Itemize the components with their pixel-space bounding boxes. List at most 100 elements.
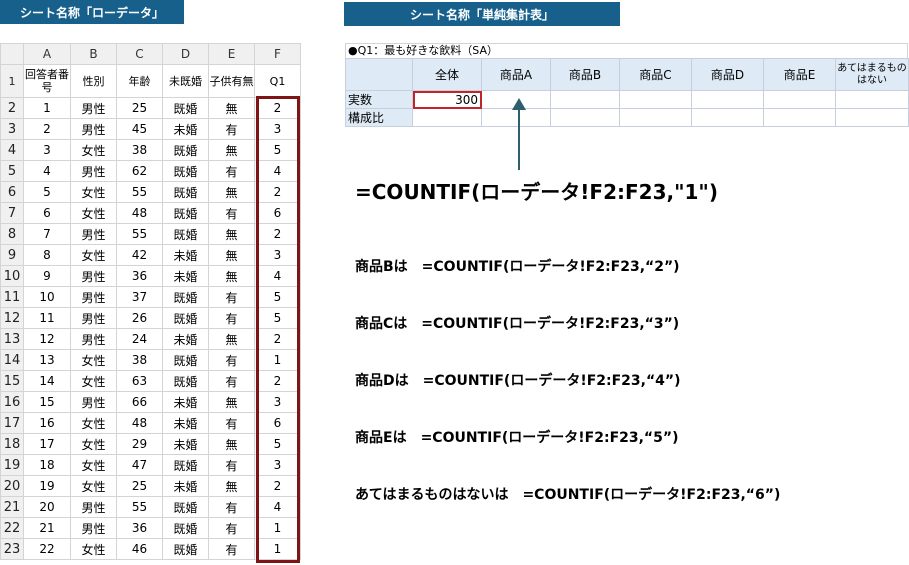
row-number[interactable]: 6 [0, 181, 24, 203]
data-cell[interactable]: 10 [23, 286, 71, 308]
data-cell[interactable]: 21 [23, 517, 71, 539]
data-cell[interactable]: 無 [208, 265, 255, 287]
q1-cell[interactable]: 2 [254, 181, 301, 203]
data-cell[interactable]: 有 [208, 118, 255, 140]
q1-cell[interactable]: 1 [254, 349, 301, 371]
data-cell[interactable]: 29 [116, 433, 163, 455]
summary-cell[interactable] [691, 108, 764, 127]
data-cell[interactable]: 無 [208, 433, 255, 455]
row-number[interactable]: 16 [0, 391, 24, 413]
row-number[interactable]: 10 [0, 265, 24, 287]
q1-cell[interactable]: 6 [254, 202, 301, 224]
summary-cell[interactable] [481, 108, 551, 127]
data-cell[interactable]: 有 [208, 202, 255, 224]
row-number[interactable]: 21 [0, 496, 24, 518]
q1-cell[interactable]: 2 [254, 328, 301, 350]
data-cell[interactable]: 男性 [70, 496, 117, 518]
data-cell[interactable]: 無 [208, 181, 255, 203]
data-cell[interactable]: 男性 [70, 160, 117, 182]
data-cell[interactable]: 女性 [70, 244, 117, 266]
data-cell[interactable]: 1 [23, 97, 71, 119]
data-cell[interactable]: 25 [116, 475, 163, 497]
data-cell[interactable]: 15 [23, 391, 71, 413]
summary-cell[interactable] [691, 90, 764, 109]
summary-header-product-c[interactable]: 商品C [619, 58, 692, 91]
header-cell-q1[interactable]: Q1 [254, 64, 301, 98]
data-cell[interactable]: 有 [208, 412, 255, 434]
data-cell[interactable]: 女性 [70, 202, 117, 224]
q1-cell[interactable]: 2 [254, 475, 301, 497]
summary-header-total[interactable]: 全体 [412, 58, 482, 91]
data-cell[interactable]: 有 [208, 517, 255, 539]
summary-header-product-b[interactable]: 商品B [550, 58, 620, 91]
data-cell[interactable]: 7 [23, 223, 71, 245]
q1-cell[interactable]: 3 [254, 454, 301, 476]
row-number[interactable]: 9 [0, 244, 24, 266]
data-cell[interactable]: 14 [23, 370, 71, 392]
q1-cell[interactable]: 1 [254, 538, 301, 560]
data-cell[interactable]: 無 [208, 97, 255, 119]
data-cell[interactable]: 既婚 [162, 370, 209, 392]
data-cell[interactable]: 未婚 [162, 118, 209, 140]
data-cell[interactable]: 36 [116, 265, 163, 287]
data-cell[interactable]: 既婚 [162, 223, 209, 245]
column-header-a[interactable]: A [23, 43, 71, 65]
header-cell-gender[interactable]: 性別 [70, 64, 117, 98]
data-cell[interactable]: 46 [116, 538, 163, 560]
q1-cell[interactable]: 2 [254, 370, 301, 392]
summary-cell[interactable] [550, 108, 620, 127]
data-cell[interactable]: 12 [23, 328, 71, 350]
row-number[interactable]: 1 [0, 64, 24, 98]
row-number[interactable]: 4 [0, 139, 24, 161]
data-cell[interactable]: 男性 [70, 307, 117, 329]
data-cell[interactable]: 2 [23, 118, 71, 140]
row-number[interactable]: 3 [0, 118, 24, 140]
data-cell[interactable]: 13 [23, 349, 71, 371]
row-number[interactable]: 14 [0, 349, 24, 371]
data-cell[interactable]: 未婚 [162, 265, 209, 287]
data-cell[interactable]: 16 [23, 412, 71, 434]
data-cell[interactable]: 有 [208, 496, 255, 518]
column-header-f[interactable]: F [254, 43, 301, 65]
data-cell[interactable]: 未婚 [162, 328, 209, 350]
summary-cell[interactable] [763, 108, 836, 127]
data-cell[interactable]: 既婚 [162, 139, 209, 161]
selected-cell-total-count[interactable]: 300 [412, 90, 482, 109]
data-cell[interactable]: 48 [116, 412, 163, 434]
data-cell[interactable]: 無 [208, 391, 255, 413]
data-cell[interactable]: 無 [208, 139, 255, 161]
data-cell[interactable]: 女性 [70, 349, 117, 371]
data-cell[interactable]: 男性 [70, 223, 117, 245]
q1-cell[interactable]: 2 [254, 97, 301, 119]
data-cell[interactable]: 無 [208, 223, 255, 245]
select-all-corner[interactable] [0, 43, 24, 65]
data-cell[interactable]: 男性 [70, 517, 117, 539]
data-cell[interactable]: 既婚 [162, 454, 209, 476]
data-cell[interactable]: 既婚 [162, 349, 209, 371]
column-header-e[interactable]: E [208, 43, 255, 65]
q1-cell[interactable]: 5 [254, 433, 301, 455]
data-cell[interactable]: 既婚 [162, 538, 209, 560]
q1-cell[interactable]: 3 [254, 118, 301, 140]
data-cell[interactable]: 55 [116, 223, 163, 245]
data-cell[interactable]: 女性 [70, 538, 117, 560]
data-cell[interactable]: 37 [116, 286, 163, 308]
q1-cell[interactable]: 6 [254, 412, 301, 434]
data-cell[interactable]: 男性 [70, 391, 117, 413]
data-cell[interactable]: 未婚 [162, 244, 209, 266]
q1-cell[interactable]: 1 [254, 517, 301, 539]
data-cell[interactable]: 63 [116, 370, 163, 392]
summary-question-title[interactable]: ●Q1：最も好きな飲料（SA） [345, 43, 908, 59]
data-cell[interactable]: 女性 [70, 412, 117, 434]
summary-cell[interactable] [412, 108, 482, 127]
data-cell[interactable]: 既婚 [162, 307, 209, 329]
q1-cell[interactable]: 3 [254, 244, 301, 266]
header-cell-age[interactable]: 年齢 [116, 64, 163, 98]
data-cell[interactable]: 既婚 [162, 202, 209, 224]
data-cell[interactable]: 男性 [70, 286, 117, 308]
row-number[interactable]: 12 [0, 307, 24, 329]
q1-cell[interactable]: 5 [254, 307, 301, 329]
data-cell[interactable]: 19 [23, 475, 71, 497]
summary-cell[interactable] [619, 108, 692, 127]
row-number[interactable]: 11 [0, 286, 24, 308]
